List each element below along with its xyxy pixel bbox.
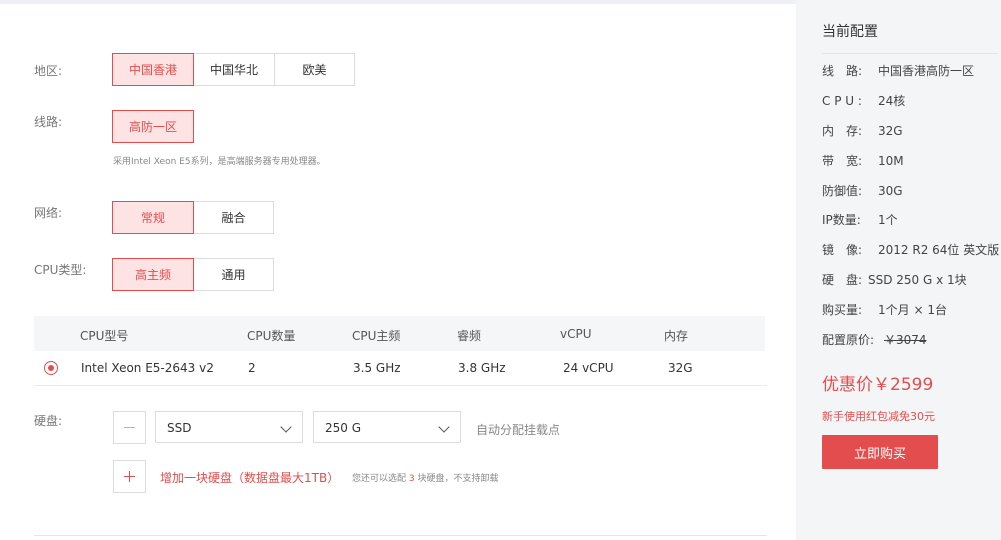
row-vcpu: 24 vCPU: [563, 361, 614, 375]
summary-key: 硬 盘:: [822, 273, 863, 287]
row-memory: 32G: [668, 361, 693, 375]
summary-row-quantity: 购买量: 1个月 × 1台: [822, 301, 947, 318]
summary-value: 中国香港高防一区: [878, 64, 975, 78]
region-option-hongkong[interactable]: 中国香港: [112, 53, 194, 86]
summary-key: 线 路:: [822, 64, 863, 78]
summary-row-disk: 硬 盘: SSD 250 G x 1块: [822, 271, 967, 288]
cpu-type-label: CPU类型:: [34, 263, 87, 277]
summary-value: 2012 R2 64位 英文版: [878, 243, 1000, 257]
summary-key: 内 存:: [822, 124, 863, 138]
buy-now-button[interactable]: 立即购买: [822, 435, 938, 469]
top-strip: [0, 0, 796, 4]
summary-value: 32G: [878, 124, 903, 138]
summary-key: 购买量:: [822, 303, 863, 317]
row-turbo: 3.8 GHz: [458, 361, 506, 375]
summary-row-cpu: C P U : 24核: [822, 92, 905, 109]
table-row-divider: [34, 385, 767, 386]
promo-text: 新手使用红包减免30元: [822, 410, 935, 423]
summary-row-bandwidth: 带 宽: 10M: [822, 152, 904, 169]
header-cpu-count: CPU数量: [247, 329, 296, 343]
original-price-value: ￥3074: [884, 333, 927, 347]
summary-row-original-price: 配置原价: ￥3074: [822, 331, 927, 348]
add-disk-link[interactable]: 增加一块硬盘（数据盘最大1TB）: [160, 469, 339, 486]
summary-row-image: 镜 像: 2012 R2 64位 英文版: [822, 241, 999, 258]
line-option-high-defense[interactable]: 高防一区: [112, 110, 194, 143]
summary-value: 30G: [878, 184, 903, 198]
disk-type-select[interactable]: SSD: [155, 411, 303, 443]
cpu-type-option-general[interactable]: 通用: [193, 258, 274, 291]
summary-row-ip-count: IP数量: 1个: [822, 211, 898, 228]
summary-value: 1个: [878, 213, 898, 227]
chevron-down-icon: [280, 421, 292, 433]
region-option-north-china[interactable]: 中国华北: [193, 53, 275, 86]
summary-value: 24核: [878, 94, 906, 108]
header-cpu-freq: CPU主频: [352, 329, 401, 343]
header-turbo: 睿频: [457, 329, 482, 343]
bottom-divider: [34, 535, 767, 536]
config-summary-panel: 当前配置 线 路: 中国香港高防一区 C P U : 24核 内 存: 32G 带 宽…: [796, 0, 1001, 540]
row-cpu-count: 2: [248, 361, 256, 375]
minus-button[interactable]: [113, 411, 146, 444]
disk-label: 硬盘:: [34, 414, 63, 428]
radio-selected-icon[interactable]: [44, 361, 58, 375]
disk-type-value: SSD: [167, 421, 192, 435]
summary-key: 镜 像:: [822, 243, 863, 257]
plus-icon: [124, 471, 135, 482]
header-memory: 内存: [664, 329, 689, 343]
disk-note-suffix: 块硬盘，不支持卸载: [417, 474, 499, 484]
add-disk-plus-button[interactable]: [113, 460, 146, 493]
disk-note: 您还可以选配 3 块硬盘，不支持卸载: [352, 471, 499, 484]
row-cpu-model: Intel Xeon E5-2643 v2: [81, 361, 214, 375]
summary-key: 带 宽:: [822, 154, 863, 168]
disk-note-count: 3: [408, 474, 415, 484]
region-option-europe-america[interactable]: 欧美: [274, 53, 355, 86]
region-label: 地区:: [34, 64, 63, 78]
disk-size-value: 250 G: [325, 421, 362, 435]
summary-divider: [822, 53, 997, 54]
disk-size-select[interactable]: 250 G: [313, 411, 461, 443]
chevron-down-icon: [438, 421, 450, 433]
summary-title: 当前配置: [822, 24, 878, 40]
auto-mount-text: 自动分配挂载点: [476, 423, 561, 437]
summary-value: 10M: [878, 154, 904, 168]
network-label: 网络:: [34, 206, 63, 220]
summary-key: IP数量:: [822, 213, 861, 227]
summary-row-memory: 内 存: 32G: [822, 122, 903, 139]
cpu-type-option-high-freq[interactable]: 高主频: [112, 258, 194, 291]
header-vcpu: vCPU: [560, 327, 592, 341]
discount-price: 优惠价￥2599: [822, 375, 934, 395]
line-label: 线路:: [34, 115, 63, 129]
minus-icon: [124, 427, 135, 428]
header-cpu-model: CPU型号: [80, 329, 129, 343]
row-cpu-freq: 3.5 GHz: [353, 361, 401, 375]
summary-row-defense: 防御值: 30G: [822, 182, 903, 199]
cpu-table-header: CPU型号 CPU数量 CPU主频 睿频 vCPU 内存: [34, 316, 765, 351]
summary-row-line: 线 路: 中国香港高防一区: [822, 62, 974, 79]
line-hint: 采用Intel Xeon E5系列，是高端服务器专用处理器。: [113, 157, 326, 167]
network-option-normal[interactable]: 常规: [112, 201, 194, 234]
disk-note-prefix: 您还可以选配: [352, 474, 407, 484]
summary-value: SSD 250 G x 1块: [868, 273, 967, 287]
summary-key: C P U :: [822, 94, 862, 108]
summary-key: 防御值:: [822, 184, 863, 198]
summary-key: 配置原价:: [822, 333, 875, 347]
network-option-fusion[interactable]: 融合: [193, 201, 274, 234]
summary-value: 1个月 × 1台: [878, 303, 947, 317]
